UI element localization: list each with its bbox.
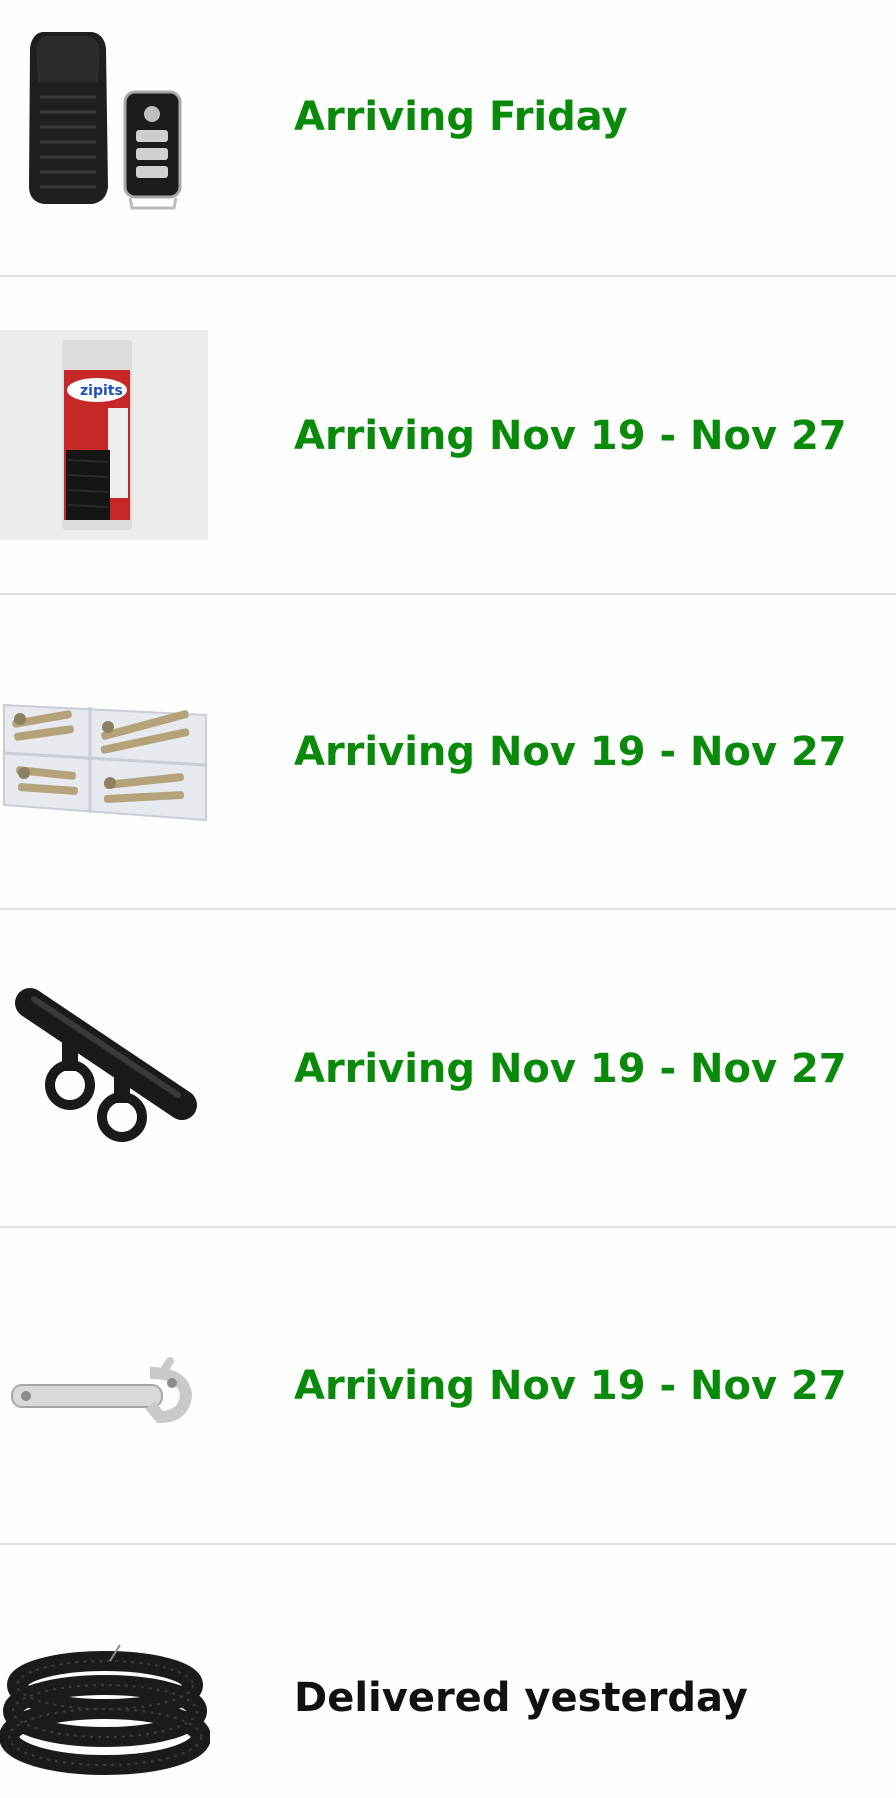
order-item[interactable]: Delivered yesterday <box>0 1545 896 1798</box>
zip-ties-package-icon: zipits <box>0 330 208 540</box>
svg-text:zipits: zipits <box>80 383 123 399</box>
order-item[interactable]: zipits Arriving Nov 19 - Nov 27 <box>0 277 896 593</box>
order-status: Arriving Nov 19 - Nov 27 <box>294 1046 847 1092</box>
bike-alarm-with-remote-icon <box>29 32 182 210</box>
handlebar-extender-icon <box>15 988 197 1142</box>
order-status: Arriving Friday <box>294 94 628 140</box>
hook-spanner-wrench-icon <box>11 1357 193 1424</box>
order-status: Arriving Nov 19 - Nov 27 <box>294 729 847 775</box>
screw-assortment-box-icon <box>3 703 207 822</box>
order-status: Arriving Nov 19 - Nov 27 <box>294 413 847 459</box>
order-status: Delivered yesterday <box>294 1675 748 1721</box>
order-list: Arriving Friday zipits Arriving Nov 19 -… <box>0 0 896 1798</box>
order-item[interactable]: Arriving Nov 19 - Nov 27 <box>0 1228 896 1543</box>
order-item[interactable]: Arriving Friday <box>0 0 896 275</box>
corrugated-tubing-icon <box>0 1644 210 1775</box>
order-item[interactable]: Arriving Nov 19 - Nov 27 <box>0 910 896 1226</box>
order-item[interactable]: Arriving Nov 19 - Nov 27 <box>0 595 896 908</box>
order-status: Arriving Nov 19 - Nov 27 <box>294 1363 847 1409</box>
